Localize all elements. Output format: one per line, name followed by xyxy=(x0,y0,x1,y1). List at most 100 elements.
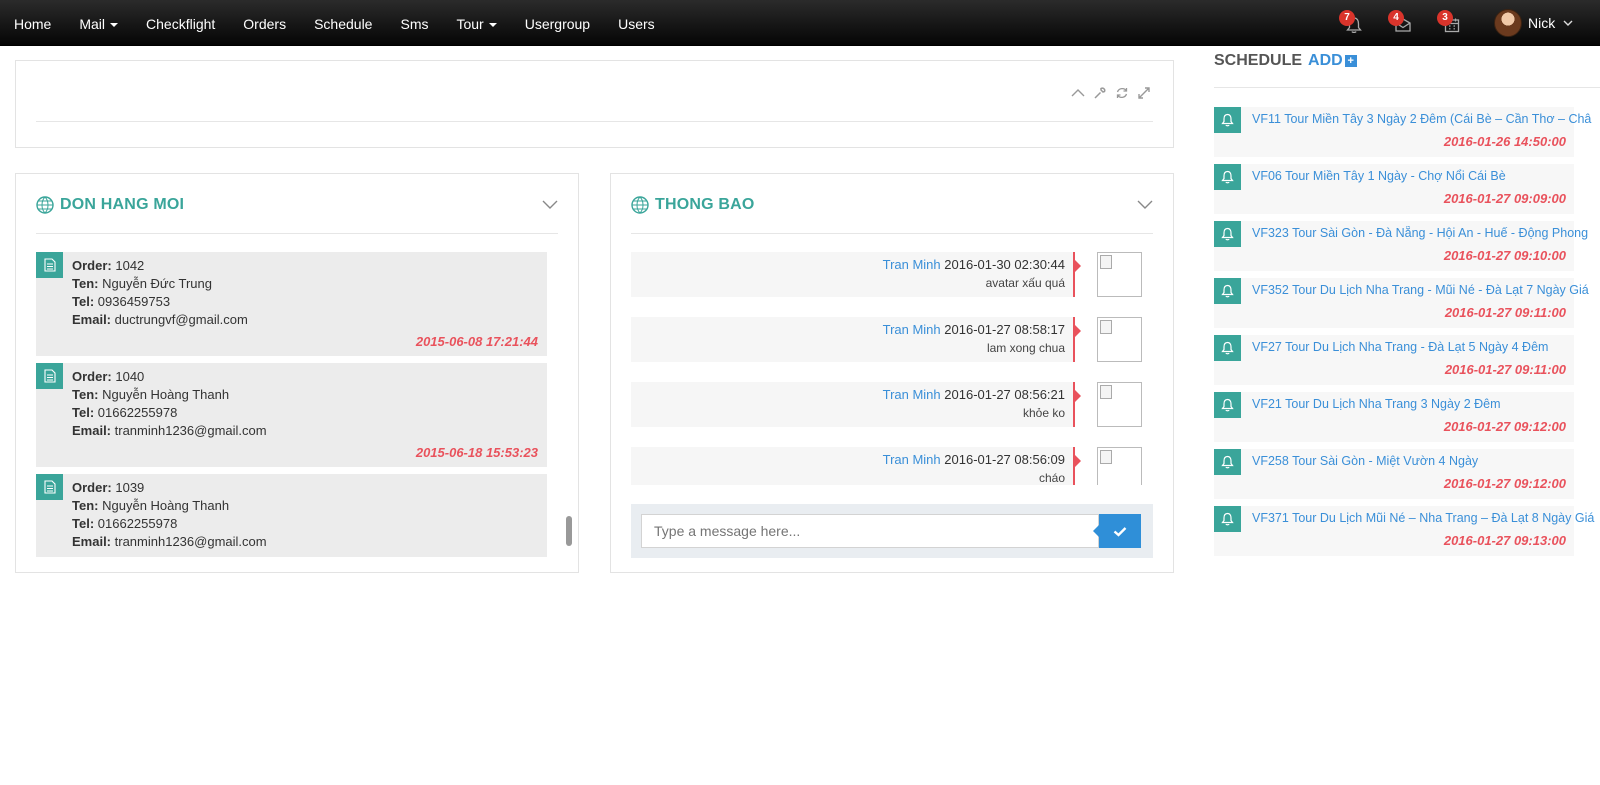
nav-item-orders[interactable]: Orders xyxy=(229,0,300,46)
message-item: Tran Minh 2016-01-27 08:56:09 cháo xyxy=(631,447,1153,485)
orders-list: Order: 1042 Ten: Nguyễn Đức Trung Tel: 0… xyxy=(36,252,558,557)
list-item[interactable]: Order: 1039 Ten: Nguyễn Hoàng Thanh Tel:… xyxy=(36,474,547,557)
send-button[interactable] xyxy=(1093,514,1141,548)
message-input[interactable] xyxy=(641,514,1099,548)
name-label: Ten: xyxy=(72,498,99,513)
schedule-header: SCHEDULE ADD + xyxy=(1214,50,1600,88)
messages-envelope-button[interactable]: 4 xyxy=(1388,8,1418,38)
schedule-time: 2016-01-27 09:12:00 xyxy=(1443,476,1566,491)
scrollbar-thumb[interactable] xyxy=(566,516,572,546)
nav-item-tour[interactable]: Tour xyxy=(442,0,510,46)
schedule-tour-link[interactable]: VF27 Tour Du Lịch Nha Trang - Đà Lạt 5 N… xyxy=(1252,340,1600,354)
nav-item-schedule[interactable]: Schedule xyxy=(300,0,386,46)
email-label: Email: xyxy=(72,423,112,438)
schedule-tour-link[interactable]: VF06 Tour Miền Tây 1 Ngày - Chợ Nổi Cái … xyxy=(1252,169,1600,183)
schedule-tour-link[interactable]: VF258 Tour Sài Gòn - Miệt Vườn 4 Ngày xyxy=(1252,454,1600,468)
message-author-link[interactable]: Tran Minh xyxy=(883,452,941,467)
nav-item-usergroup[interactable]: Usergroup xyxy=(511,0,604,46)
wrench-icon[interactable] xyxy=(1093,86,1107,100)
tasks-calendar-button[interactable]: 3 xyxy=(1437,8,1467,38)
list-item[interactable]: Order: 1040 Ten: Nguyễn Hoàng Thanh Tel:… xyxy=(36,363,547,467)
order-label: Order: xyxy=(72,258,112,273)
message-bubble: Tran Minh 2016-01-27 08:58:17 lam xong c… xyxy=(631,317,1075,362)
refresh-icon[interactable] xyxy=(1115,86,1129,100)
order-timestamp: 2015-06-18 15:53:23 xyxy=(415,445,538,460)
broken-image-icon xyxy=(1097,252,1142,297)
schedule-time: 2016-01-27 09:09:00 xyxy=(1443,191,1566,206)
schedule-time: 2016-01-27 09:13:00 xyxy=(1443,533,1566,548)
message-text: khỏe ko xyxy=(1022,406,1065,420)
plus-square-icon[interactable]: + xyxy=(1344,55,1357,67)
order-timestamp: 2015-06-08 17:21:44 xyxy=(415,334,538,349)
message-time: 2016-01-27 08:56:21 xyxy=(944,387,1065,402)
order-label: Order: xyxy=(72,369,112,384)
schedule-item: VF11 Tour Miền Tây 3 Ngày 2 Đêm (Cái Bè … xyxy=(1214,107,1591,157)
name-label: Ten: xyxy=(72,276,99,291)
schedule-tour-link[interactable]: VF323 Tour Sài Gòn - Đà Nẵng - Hội An - … xyxy=(1252,226,1600,240)
tel-label: Tel: xyxy=(72,294,95,309)
nav-item-sms[interactable]: Sms xyxy=(386,0,442,46)
schedule-tour-link[interactable]: VF352 Tour Du Lịch Nha Trang - Mũi Né - … xyxy=(1252,283,1600,297)
customer-phone: 01662255978 xyxy=(97,516,178,531)
user-menu[interactable]: Nick xyxy=(1494,8,1573,38)
notification-count-badge: 7 xyxy=(1339,10,1355,26)
add-schedule-link[interactable]: ADD xyxy=(1308,52,1343,69)
chevron-down-icon[interactable] xyxy=(542,200,558,210)
divider xyxy=(36,121,1153,122)
message-text: avatar xấu quá xyxy=(985,276,1065,290)
message-author-link[interactable]: Tran Minh xyxy=(883,322,941,337)
order-details: Order: 1039 Ten: Nguyễn Hoàng Thanh Tel:… xyxy=(72,479,267,551)
customer-email: tranminh1236@gmail.com xyxy=(114,423,267,438)
message-text: cháo xyxy=(1038,471,1065,485)
schedule-item: VF323 Tour Sài Gòn - Đà Nẵng - Hội An - … xyxy=(1214,221,1588,271)
schedule-item: VF352 Tour Du Lịch Nha Trang - Mũi Né - … xyxy=(1214,278,1589,328)
nav-item-users[interactable]: Users xyxy=(604,0,669,46)
customer-email: ductrungvf@gmail.com xyxy=(114,312,248,327)
order-number: 1039 xyxy=(115,480,145,495)
avatar xyxy=(1494,9,1522,37)
bell-icon xyxy=(1214,278,1241,304)
schedule-time: 2016-01-27 09:11:00 xyxy=(1444,362,1566,377)
message-item: Tran Minh 2016-01-27 08:58:17 lam xong c… xyxy=(631,317,1153,362)
message-author-link[interactable]: Tran Minh xyxy=(883,387,941,402)
chevron-down-icon[interactable] xyxy=(1137,200,1153,210)
email-label: Email: xyxy=(72,312,112,327)
order-details: Order: 1040 Ten: Nguyễn Hoàng Thanh Tel:… xyxy=(72,368,267,440)
nav-item-checkflight[interactable]: Checkflight xyxy=(132,0,229,46)
message-time: 2016-01-30 02:30:44 xyxy=(944,257,1065,272)
chevron-down-icon xyxy=(1563,20,1573,26)
schedule-time: 2016-01-27 09:12:00 xyxy=(1443,419,1566,434)
check-icon xyxy=(1113,526,1127,537)
nav-item-home[interactable]: Home xyxy=(0,0,65,46)
schedule-tour-link[interactable]: VF21 Tour Du Lịch Nha Trang 3 Ngày 2 Đêm xyxy=(1252,397,1600,411)
schedule-tour-link[interactable]: VF371 Tour Du Lịch Mũi Né – Nha Trang – … xyxy=(1252,511,1600,525)
bell-icon xyxy=(1214,335,1241,361)
collapse-icon[interactable] xyxy=(1071,86,1085,100)
message-bubble: Tran Minh 2016-01-27 08:56:21 khỏe ko xyxy=(631,382,1075,427)
panel-title: DON HANG MOI xyxy=(60,196,185,213)
user-name: Nick xyxy=(1528,15,1556,31)
message-meta: Tran Minh 2016-01-27 08:56:09 xyxy=(883,452,1065,467)
widget-toolbar xyxy=(1071,86,1151,100)
document-icon xyxy=(36,474,63,500)
schedule-item: VF371 Tour Du Lịch Mũi Né – Nha Trang – … xyxy=(1214,506,1594,556)
customer-name: Nguyễn Hoàng Thanh xyxy=(102,387,230,402)
message-author-link[interactable]: Tran Minh xyxy=(883,257,941,272)
customer-phone: 01662255978 xyxy=(97,405,178,420)
message-time: 2016-01-27 08:56:09 xyxy=(944,452,1065,467)
customer-name: Nguyễn Hoàng Thanh xyxy=(102,498,230,513)
panel-title: THONG BAO xyxy=(655,196,755,213)
list-item[interactable]: Order: 1042 Ten: Nguyễn Đức Trung Tel: 0… xyxy=(36,252,547,356)
schedule-tour-link[interactable]: VF11 Tour Miền Tây 3 Ngày 2 Đêm (Cái Bè … xyxy=(1252,112,1600,126)
fullscreen-icon[interactable] xyxy=(1137,86,1151,100)
nav-item-mail[interactable]: Mail xyxy=(65,0,132,46)
bell-icon xyxy=(1214,221,1241,247)
notifications-bell-button[interactable]: 7 xyxy=(1339,8,1369,38)
document-icon xyxy=(36,363,63,389)
notifications-panel: THONG BAO Tran Minh 2016-01-30 02:30:44 … xyxy=(610,173,1174,573)
caret-down-icon xyxy=(110,23,119,28)
bell-icon xyxy=(1214,164,1241,190)
message-item: Tran Minh 2016-01-27 08:56:21 khỏe ko xyxy=(631,382,1153,427)
schedule-title: SCHEDULE xyxy=(1214,52,1303,69)
email-label: Email: xyxy=(72,534,112,549)
